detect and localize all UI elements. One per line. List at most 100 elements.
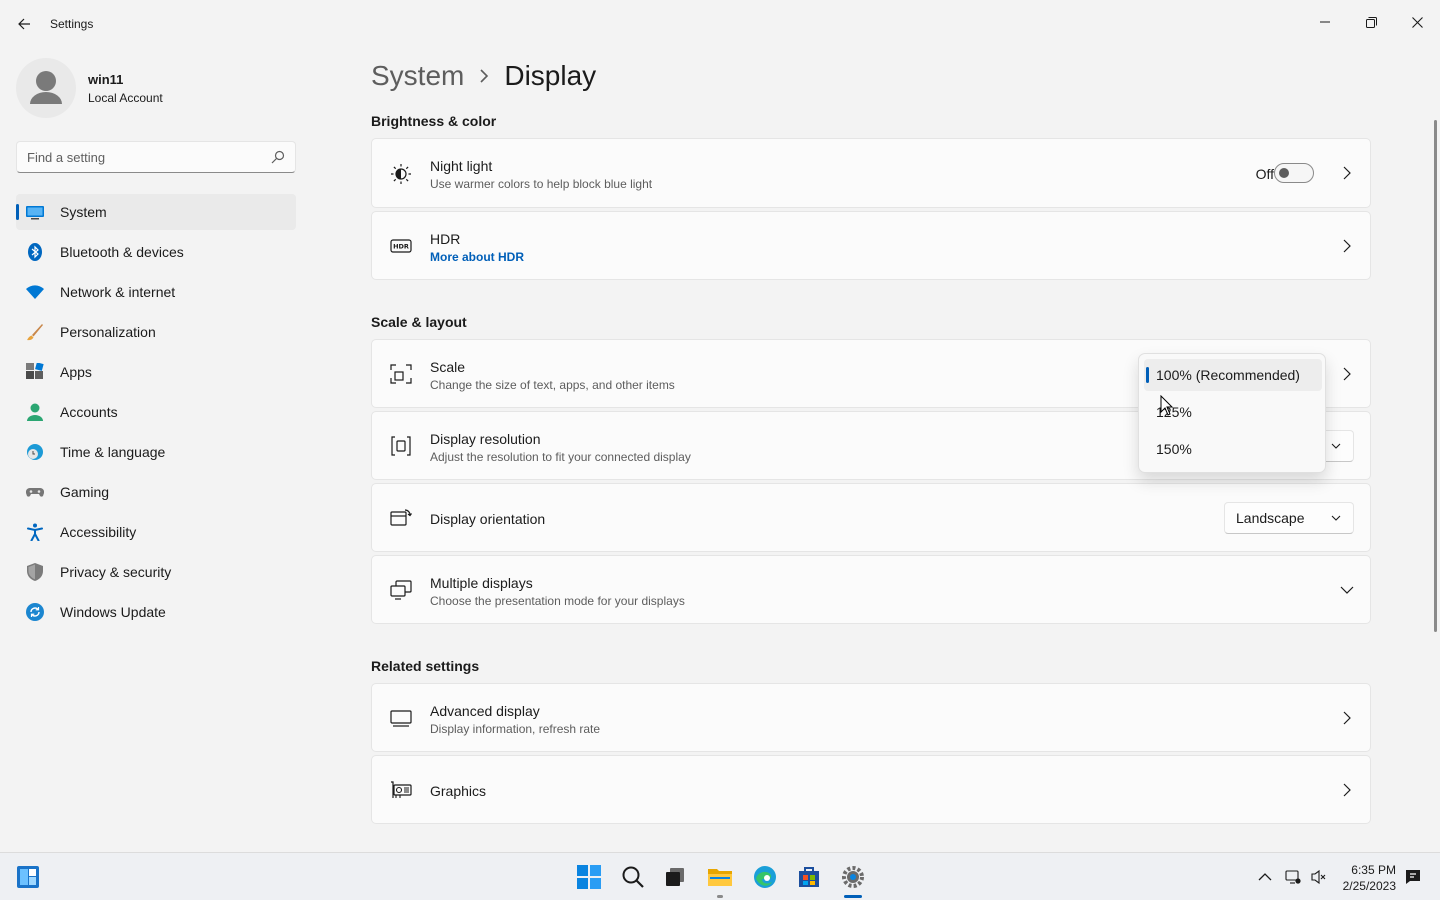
start-button[interactable] — [575, 863, 603, 891]
globe-clock-icon — [27, 444, 43, 460]
settings-search[interactable] — [16, 141, 296, 173]
sidebar-item-label: Accounts — [60, 404, 118, 420]
sidebar-item-time-language[interactable]: Time & language — [16, 434, 296, 470]
show-hidden-icons-icon[interactable] — [1257, 869, 1273, 885]
store-icon — [799, 867, 819, 887]
restore-icon — [1365, 16, 1377, 28]
night-light-subtitle: Use warmer colors to help block blue lig… — [430, 177, 653, 191]
resolution-icon — [391, 436, 411, 456]
multiple-displays-subtitle: Choose the presentation mode for your di… — [430, 594, 685, 608]
task-view-button[interactable] — [661, 863, 689, 891]
section-title-related: Related settings — [371, 658, 480, 674]
chevron-right-icon — [1343, 166, 1351, 180]
person-icon — [27, 403, 43, 421]
multiple-displays-icon — [390, 580, 412, 600]
sidebar-item-accessibility[interactable]: Accessibility — [16, 514, 296, 550]
scale-icon — [390, 364, 412, 384]
display-orientation-card[interactable]: Display orientation Landscape — [371, 483, 1371, 552]
night-light-card[interactable]: Night light Use warmer colors to help bl… — [371, 138, 1371, 208]
section-title-brightness: Brightness & color — [371, 113, 497, 129]
scale-title: Scale — [430, 359, 466, 375]
user-avatar-icon — [30, 71, 62, 104]
settings-app-button[interactable] — [839, 863, 867, 891]
breadcrumb-parent[interactable]: System — [371, 60, 464, 92]
sidebar-item-system[interactable]: System — [16, 194, 296, 230]
file-explorer-button[interactable] — [706, 863, 734, 891]
mouse-cursor-icon — [1160, 395, 1174, 416]
system-clock[interactable]: 6:35 PM 2/25/2023 — [1343, 862, 1396, 894]
chevron-right-icon — [1343, 711, 1351, 725]
sidebar-item-accounts[interactable]: Accounts — [16, 394, 296, 430]
chevron-right-icon — [1343, 367, 1351, 381]
chevron-down-icon[interactable] — [1340, 583, 1354, 597]
running-indicator — [717, 895, 723, 898]
sidebar-item-privacy-security[interactable]: Privacy & security — [16, 554, 296, 590]
chevron-down-icon — [1331, 515, 1341, 521]
edge-button[interactable] — [751, 863, 779, 891]
volume-muted-icon[interactable] — [1310, 869, 1326, 885]
hdr-link[interactable]: More about HDR — [430, 250, 524, 264]
monitor-outline-icon — [390, 710, 412, 727]
night-light-state: Off — [1255, 166, 1274, 182]
advanced-display-card[interactable]: Advanced display Display information, re… — [371, 683, 1371, 752]
shield-icon — [27, 563, 43, 581]
search-icon — [622, 866, 644, 888]
search-input[interactable] — [17, 142, 257, 172]
scrollbar[interactable] — [1434, 120, 1437, 632]
multiple-displays-card[interactable]: Multiple displays Choose the presentatio… — [371, 555, 1371, 624]
scale-option-100[interactable]: 100% (Recommended) — [1144, 359, 1322, 391]
maximize-button[interactable] — [1348, 6, 1394, 38]
sidebar-item-label: Privacy & security — [60, 564, 172, 580]
taskbar-search-button[interactable] — [619, 863, 647, 891]
back-button[interactable] — [14, 14, 34, 34]
graphics-title: Graphics — [430, 783, 487, 799]
sidebar-item-network[interactable]: Network & internet — [16, 274, 296, 310]
file-explorer-icon — [708, 869, 732, 886]
settings-icon — [842, 866, 864, 888]
display-resolution-title: Display resolution — [430, 431, 541, 447]
edge-icon — [754, 866, 776, 888]
sidebar-item-apps[interactable]: Apps — [16, 354, 296, 390]
widgets-icon — [17, 866, 39, 888]
sidebar-item-personalization[interactable]: Personalization — [16, 314, 296, 350]
hdr-card[interactable]: HDR HDR More about HDR — [371, 211, 1371, 280]
update-icon — [26, 603, 44, 621]
sidebar-item-label: Network & internet — [60, 284, 176, 300]
minimize-button[interactable] — [1302, 6, 1348, 38]
hdr-title: HDR — [430, 231, 461, 247]
account-type: Local Account — [88, 91, 163, 105]
app-title: Settings — [50, 17, 94, 31]
sidebar-item-label: Time & language — [60, 444, 166, 460]
sidebar-item-bluetooth[interactable]: Bluetooth & devices — [16, 234, 296, 270]
notification-icon[interactable] — [1405, 869, 1421, 885]
apps-icon — [26, 363, 44, 379]
chevron-right-icon — [1343, 783, 1351, 797]
svg-text:HDR: HDR — [393, 243, 409, 251]
scale-option-150[interactable]: 150% — [1144, 433, 1322, 465]
gamepad-icon — [26, 487, 44, 497]
section-title-scale-layout: Scale & layout — [371, 314, 467, 330]
night-light-toggle[interactable] — [1274, 163, 1314, 183]
orientation-value: Landscape — [1236, 510, 1305, 526]
start-icon — [577, 865, 601, 889]
sidebar-item-gaming[interactable]: Gaming — [16, 474, 296, 510]
store-button[interactable] — [795, 863, 823, 891]
clock-time: 6:35 PM — [1351, 863, 1396, 877]
chevron-down-icon — [1331, 443, 1341, 449]
breadcrumb: System Display — [371, 56, 596, 96]
widgets-button[interactable] — [14, 863, 42, 891]
sidebar-item-label: System — [60, 204, 107, 220]
sidebar-item-label: Bluetooth & devices — [60, 244, 184, 260]
page-title: Display — [504, 60, 597, 91]
orientation-dropdown[interactable]: Landscape — [1224, 502, 1354, 534]
search-icon[interactable] — [271, 150, 285, 164]
user-name: win11 — [88, 72, 124, 87]
clock-date: 2/25/2023 — [1342, 879, 1396, 893]
graphics-card[interactable]: Graphics — [371, 755, 1371, 824]
network-status-icon[interactable] — [1285, 869, 1301, 885]
avatar[interactable] — [16, 58, 76, 118]
close-button[interactable] — [1394, 6, 1440, 38]
scale-subtitle: Change the size of text, apps, and other… — [430, 378, 675, 392]
sidebar-item-windows-update[interactable]: Windows Update — [16, 594, 296, 630]
sidebar-item-label: Windows Update — [60, 604, 166, 620]
